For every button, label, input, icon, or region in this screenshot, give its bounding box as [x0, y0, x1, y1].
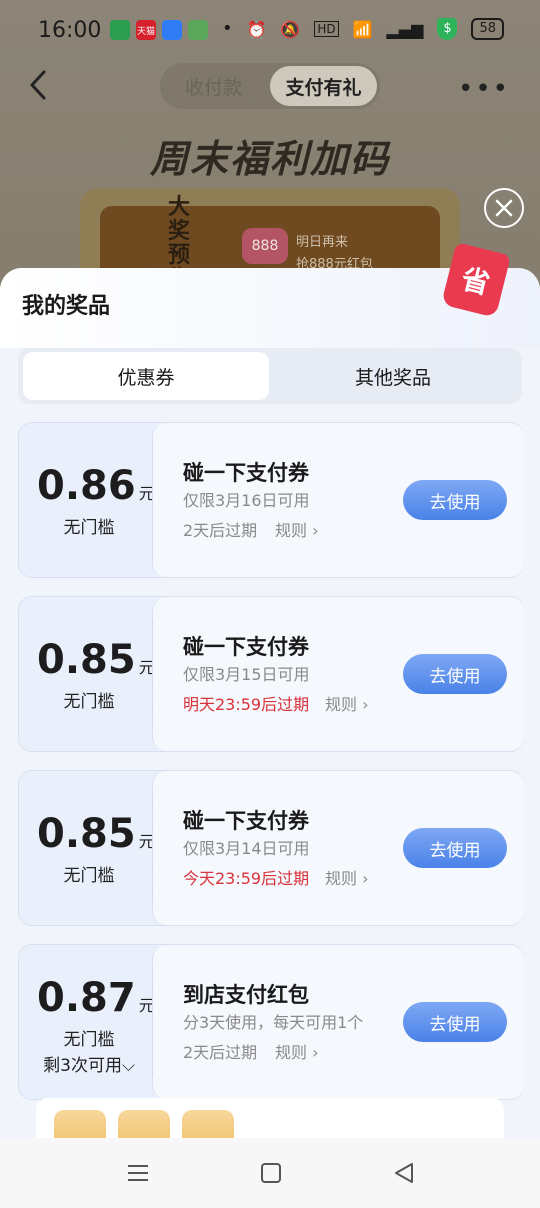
- security-shield-icon: $: [437, 18, 458, 40]
- home-button[interactable]: [257, 1160, 285, 1186]
- top-tab-switch: 收付款 支付有礼: [160, 63, 380, 109]
- recent-apps-button[interactable]: [124, 1160, 152, 1186]
- use-coupon-button[interactable]: 去使用: [403, 480, 507, 520]
- coupon-rules-link[interactable]: 规则 ›: [325, 691, 369, 715]
- close-button[interactable]: [484, 188, 524, 228]
- triangle-back-icon: [395, 1163, 413, 1183]
- coupon-validity: 仅限3月16日可用: [183, 491, 310, 510]
- close-icon: [495, 199, 513, 217]
- coupon-rules-link[interactable]: 规则 ›: [325, 865, 369, 889]
- coupon-amount: 0.85 元: [37, 811, 155, 857]
- prize-tabs: 优惠券 其他奖品: [18, 348, 522, 404]
- my-prizes-sheet: 我的奖品 优惠券 其他奖品 0.86 元无门槛 碰一下支付券 仅限3月16日可用 2天后…: [0, 268, 540, 1208]
- coupon-divider: [152, 447, 153, 553]
- coupon-amount: 0.86 元: [37, 463, 155, 509]
- status-bar: 16:00 天猫 • ⏰ 🔕 HD 📶 ▂▄▆ $ 58: [0, 0, 540, 64]
- back-arrow-icon: [30, 70, 46, 100]
- sheet-title: 我的奖品: [22, 294, 111, 319]
- alarm-icon: ⏰: [246, 19, 267, 39]
- top-navigation: 收付款 支付有礼 •••: [0, 60, 540, 110]
- coupon-validity: 仅限3月15日可用: [183, 665, 310, 684]
- status-indicators: ⏰ 🔕 HD 📶 ▂▄▆ $ 58: [246, 18, 504, 40]
- coupon-title: 碰一下支付券: [183, 635, 309, 659]
- coupon-rules-link[interactable]: 规则 ›: [275, 1039, 319, 1063]
- coupon-threshold: 无门槛: [63, 692, 115, 712]
- promo-banner-title: 周末福利加码: [150, 137, 391, 181]
- system-navigation-bar: [0, 1138, 540, 1207]
- coupon-divider: [152, 621, 153, 727]
- use-coupon-button[interactable]: 去使用: [403, 1002, 507, 1042]
- coupon-expiry: 2天后过期: [183, 1043, 258, 1062]
- home-square-icon: [261, 1163, 281, 1183]
- coupon-title: 碰一下支付券: [183, 809, 309, 833]
- tab-other-prizes[interactable]: 其他奖品: [270, 352, 516, 400]
- use-coupon-button[interactable]: 去使用: [403, 654, 507, 694]
- coupon-card: 0.85 元无门槛 碰一下支付券仅限3月14日可用 今天23:59后过期 规则 › 去使用: [18, 770, 524, 926]
- coupon-amount: 0.85 元: [37, 637, 155, 683]
- status-time: 16:00: [38, 18, 102, 43]
- mute-icon: 🔕: [280, 19, 301, 39]
- coupon-rules-link[interactable]: 规则 ›: [275, 517, 319, 541]
- use-coupon-button[interactable]: 去使用: [403, 828, 507, 868]
- coupon-divider: [152, 795, 153, 901]
- back-button[interactable]: [24, 68, 54, 102]
- coupon-card: 0.87 元无门槛 剩3次可用⌵ 到店支付红包分3天使用，每天可用1个 2天后过期 规则 …: [18, 944, 524, 1100]
- coupon-title: 到店支付红包: [183, 983, 309, 1007]
- tmall-app-icon: 天猫: [136, 20, 156, 40]
- prize-amount-badge: 888: [242, 228, 288, 264]
- coupon-amount: 0.87 元: [37, 975, 155, 1021]
- coupon-expiry: 今天23:59后过期: [183, 869, 310, 888]
- coupon-validity: 仅限3月14日可用: [183, 839, 310, 858]
- coupon-threshold: 无门槛: [63, 518, 115, 538]
- anjuke-app-icon: [188, 20, 208, 40]
- remaining-uses-toggle[interactable]: 剩3次可用⌵: [19, 1051, 159, 1076]
- play-app-icon: [162, 20, 182, 40]
- signal-icon: ▂▄▆: [386, 19, 424, 39]
- coupon-card: 0.85 元无门槛 碰一下支付券仅限3月15日可用 明天23:59后过期 规则 › 去使用: [18, 596, 524, 752]
- status-app-icons: 天猫: [110, 20, 208, 40]
- shield-app-icon: [110, 20, 130, 40]
- battery-indicator: 58: [471, 18, 504, 40]
- coupon-expiry: 2天后过期: [183, 521, 258, 540]
- coupon-threshold: 无门槛: [63, 866, 115, 886]
- coupon-expiry: 明天23:59后过期: [183, 695, 310, 714]
- tab-receive-pay[interactable]: 收付款: [160, 63, 267, 109]
- coupon-title: 碰一下支付券: [183, 461, 309, 485]
- tab-pay-rewards[interactable]: 支付有礼: [270, 66, 377, 106]
- wifi-icon: 📶: [352, 19, 373, 39]
- back-nav-button[interactable]: [390, 1160, 418, 1186]
- menu-icon: [128, 1165, 148, 1181]
- coupon-validity: 分3天使用，每天可用1个: [183, 1013, 364, 1032]
- coupon-card: 0.86 元无门槛 碰一下支付券仅限3月16日可用 2天后过期 规则 › 去使用: [18, 422, 524, 578]
- hd-icon: HD: [314, 21, 339, 37]
- coupon-divider: [152, 969, 153, 1075]
- notification-dot: •: [222, 18, 233, 39]
- tab-coupons[interactable]: 优惠券: [23, 352, 269, 400]
- more-options-button[interactable]: •••: [458, 74, 510, 104]
- coupon-threshold: 无门槛: [63, 1030, 115, 1050]
